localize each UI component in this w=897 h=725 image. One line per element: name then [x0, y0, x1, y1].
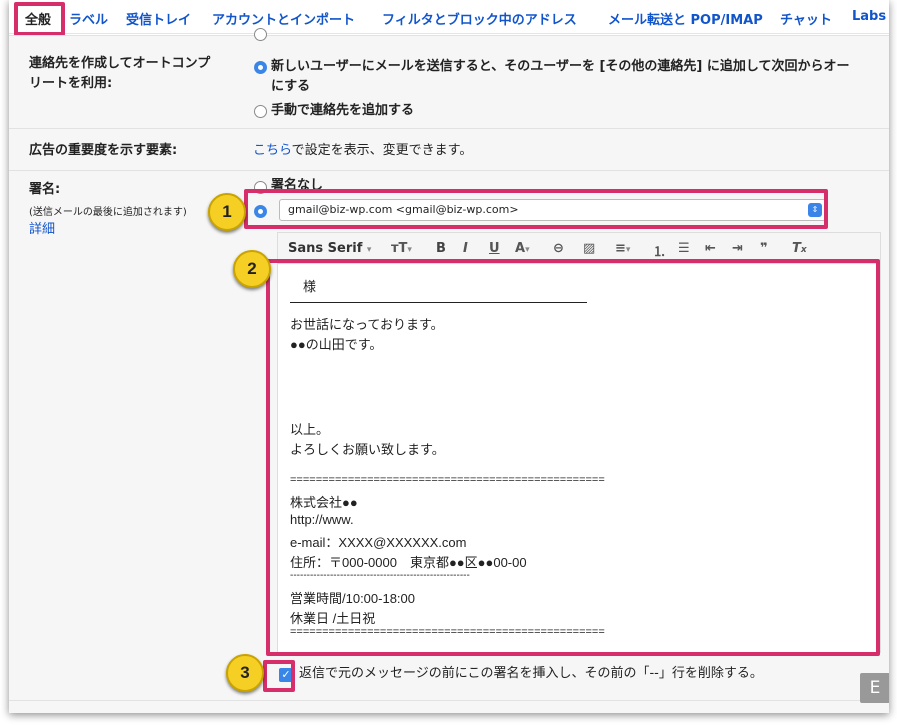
signature-editor-highlight	[266, 259, 880, 656]
manual-add-label: 手動で連絡先を追加する	[271, 103, 415, 118]
tab-inbox[interactable]: 受信トレイ	[126, 9, 191, 28]
image-icon[interactable]: ▨	[583, 241, 595, 256]
align-icon[interactable]: ≡▾	[615, 241, 630, 256]
bullet-list-icon[interactable]: ☰	[678, 241, 690, 256]
italic-icon[interactable]: I	[463, 241, 468, 256]
callout-3: 3	[226, 654, 264, 692]
link-icon[interactable]: ⊖	[553, 241, 564, 256]
tab-labs[interactable]: Labs	[852, 9, 886, 24]
callout-1: 1	[208, 193, 246, 231]
tab-labels[interactable]: ラベル	[69, 9, 108, 28]
numbered-list-icon[interactable]: ⒈	[653, 241, 666, 260]
settings-tabs: 全般 ラベル 受信トレイ アカウントとインポート フィルタとブロック中のアドレス…	[9, 0, 889, 34]
quote-icon[interactable]: ❞	[760, 241, 768, 256]
signature-select-highlight	[244, 189, 828, 229]
autocomplete-row: 連絡先を作成してオートコンプ リートを利用: 新しいユーザーにメールを送信すると…	[9, 28, 889, 128]
radio-manual-add[interactable]	[254, 105, 267, 118]
tab-chat[interactable]: チャット	[780, 9, 832, 28]
next-row	[9, 700, 889, 713]
autocomplete-label: 連絡先を作成してオートコンプ リートを利用:	[29, 56, 211, 91]
ads-label: 広告の重要度を示す要素:	[29, 143, 178, 158]
checkbox-highlight	[263, 660, 295, 692]
auto-add-label: 新しいユーザーにメールを送信すると、そのユーザーを [その他の連絡先] に追加し…	[271, 59, 850, 94]
signature-details-link[interactable]: 詳細	[29, 218, 55, 237]
reply-signature-label: 返信で元のメッセージの前にこの署名を挿入し、その前の「--」行を削除する。	[299, 666, 763, 681]
ads-link[interactable]: こちら	[253, 143, 292, 158]
bold-icon[interactable]: B	[436, 241, 446, 256]
ads-row: 広告の重要度を示す要素: こちらで設定を表示、変更できます。	[9, 128, 889, 170]
tab-general-highlight	[14, 2, 65, 36]
font-select[interactable]: Sans Serif ▾	[288, 241, 371, 256]
tab-accounts[interactable]: アカウントとインポート	[212, 9, 355, 28]
signature-sub: (送信メールの最後に追加されます)	[29, 207, 187, 218]
ads-desc: で設定を表示、変更できます。	[291, 143, 473, 158]
signature-label: 署名:	[29, 182, 61, 197]
indent-more-icon[interactable]: ⇥	[732, 241, 743, 256]
underline-icon[interactable]: U	[489, 241, 500, 256]
clear-format-icon[interactable]: Tx	[792, 241, 807, 256]
font-size-icon[interactable]: ᴛT▾	[391, 241, 412, 256]
ads-text: こちらで設定を表示、変更できます。	[253, 141, 472, 161]
tab-forwarding[interactable]: メール転送と POP/IMAP	[608, 9, 763, 28]
indent-less-icon[interactable]: ⇤	[705, 241, 716, 256]
radio-previous[interactable]	[254, 28, 267, 41]
tab-filters[interactable]: フィルタとブロック中のアドレス	[382, 9, 577, 28]
callout-2: 2	[233, 250, 271, 288]
corner-badge: E	[860, 673, 889, 703]
radio-auto-add[interactable]	[254, 61, 267, 74]
text-color-icon[interactable]: A▾	[515, 241, 530, 256]
